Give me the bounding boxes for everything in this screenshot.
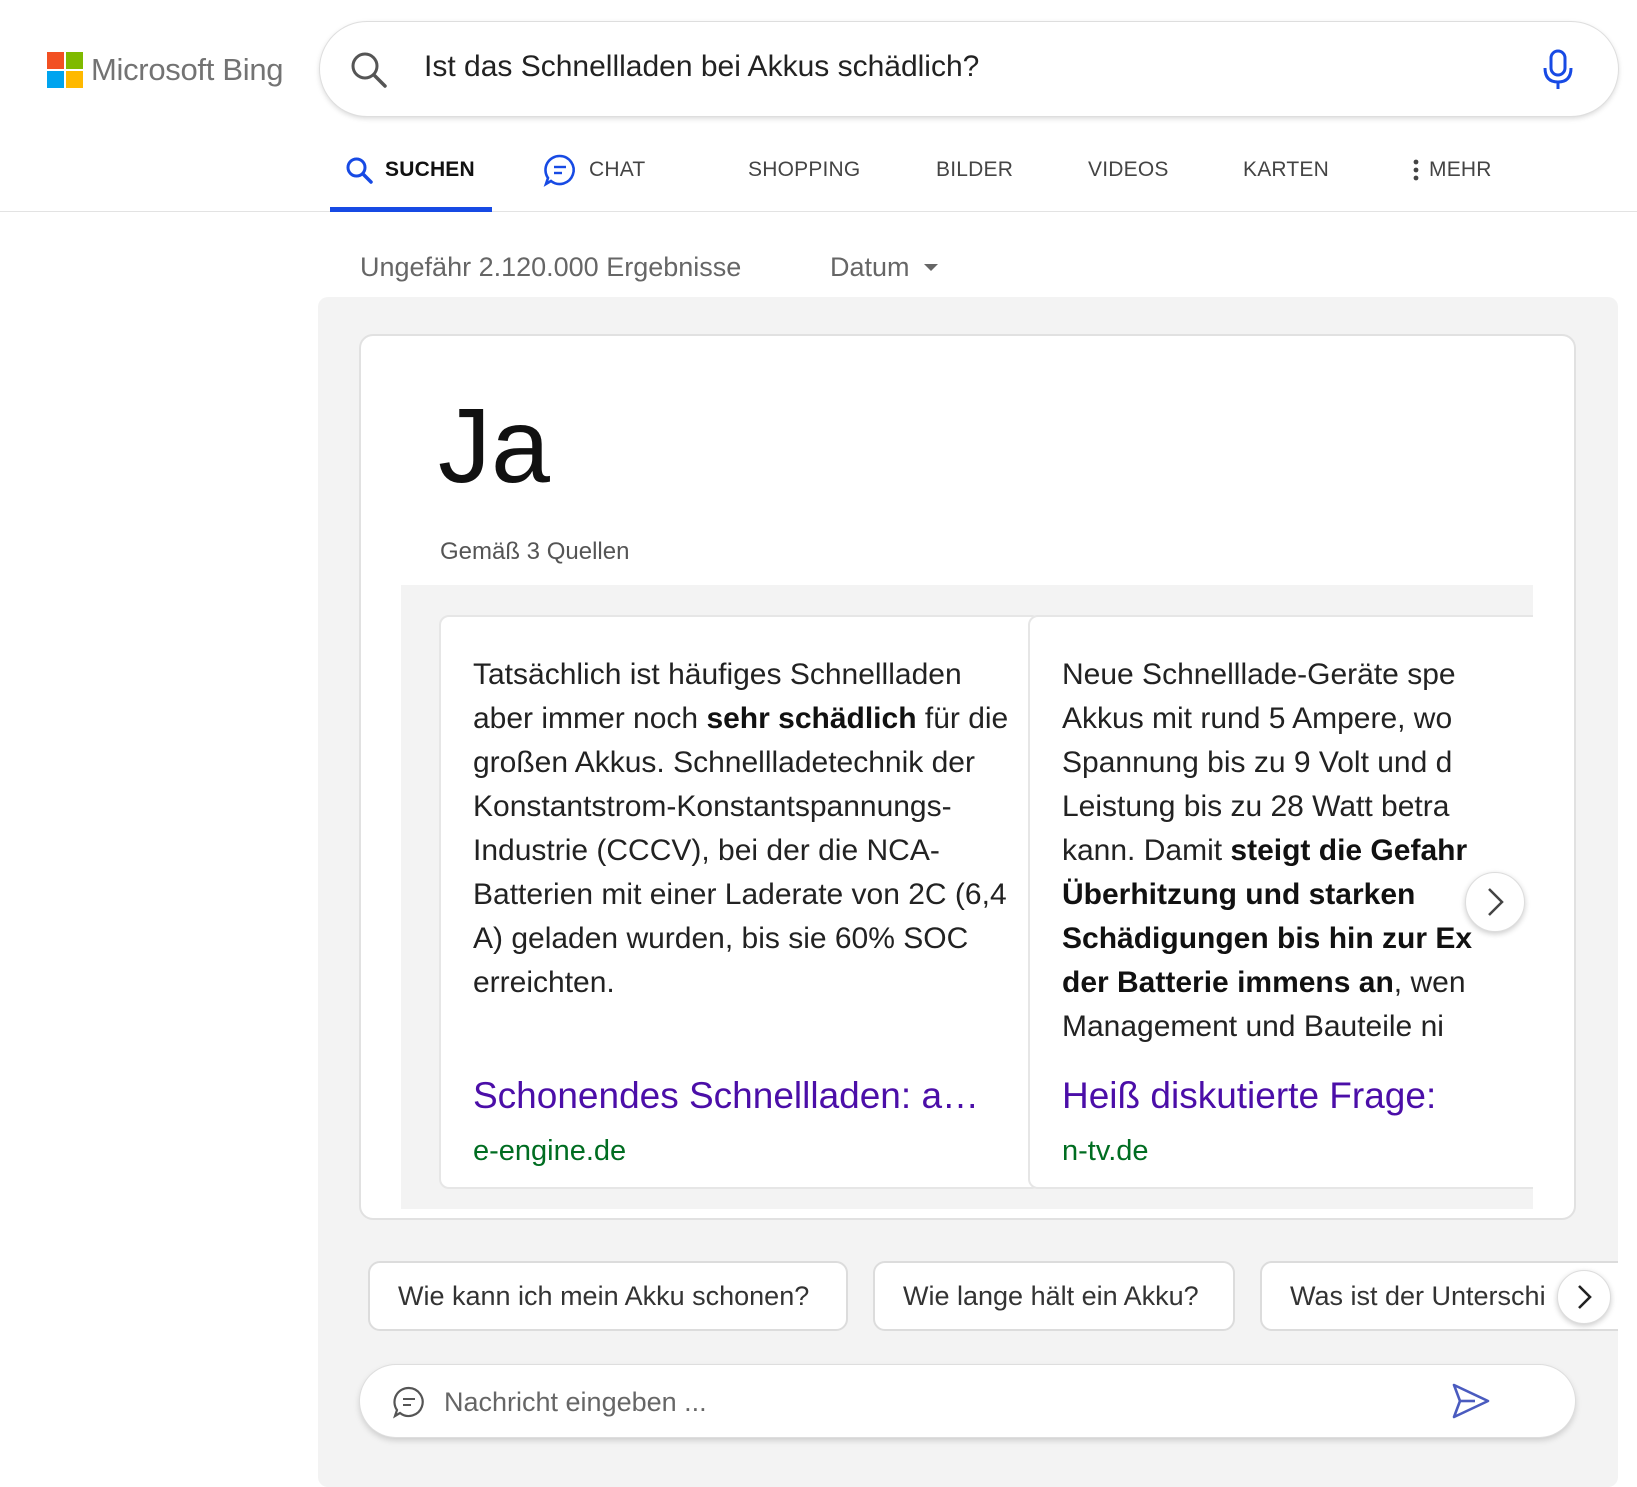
tab-suchen[interactable]: SUCHEN [330,128,492,212]
suggestion-chip[interactable]: Wie lange hält ein Akku? [873,1261,1235,1331]
snippet-line: Überhitzung und starken [1062,873,1533,917]
tab-label: CHAT [589,157,646,181]
snippet-text: kann. Damit [1062,834,1231,867]
snippet-line: Schädigungen bis hin zur Ex [1062,917,1533,961]
snippet-highlight: der Batterie immens an [1062,966,1394,999]
chat-message-input[interactable] [442,1379,1446,1425]
search-icon[interactable] [348,49,390,91]
tab-label: BILDER [936,157,1014,181]
date-filter-dropdown[interactable]: Datum [830,252,938,283]
result-count: Ungefähr 2.120.000 Ergebnisse [360,252,742,282]
chat-bubble-icon [392,1385,426,1424]
source-domain[interactable]: e-engine.de [473,1135,626,1168]
bing-logo[interactable]: Microsoft Bing [47,52,284,88]
snippet-line: Neue Schnelllade-Geräte spe [1062,658,1456,691]
sources-carousel: Tatsächlich ist häufiges Schnellladen ab… [401,585,1533,1209]
logo-text: Microsoft Bing [91,52,284,87]
snippet-highlight: steigt die Gefahr [1230,834,1468,867]
date-filter-label: Datum [830,252,910,282]
send-icon[interactable] [1451,1381,1491,1426]
tab-bilder[interactable]: BILDER [936,128,1013,211]
chevron-right-icon [1488,888,1504,916]
chat-input-box[interactable] [360,1365,1575,1437]
tab-label: VIDEOS [1088,157,1169,181]
snippet-highlight: Schädigungen bis hin zur Ex [1062,922,1473,955]
snippet-text: , wen [1393,966,1466,999]
snippet-line: Akkus mit rund 5 Ampere, wo [1062,702,1453,735]
tab-shopping[interactable]: SHOPPING [748,128,860,211]
tab-chat[interactable]: CHAT [543,128,645,211]
tab-mehr[interactable]: MEHR [1413,128,1492,211]
suggestion-chips: Wie kann ich mein Akku schonen? Wie lang… [368,1261,1618,1333]
suggestions-next-button[interactable] [1557,1270,1611,1324]
source-snippet: Neue Schnelllade-Geräte spe Akkus mit ru… [1062,653,1533,1049]
snippet-line: Spannung bis zu 9 Volt und d [1062,746,1453,779]
chat-bubble-icon [543,153,577,187]
tab-label: MEHR [1429,157,1492,181]
suggestion-chip[interactable]: Wie kann ich mein Akku schonen? [368,1261,848,1331]
tab-label: SHOPPING [748,157,861,181]
source-domain[interactable]: n-tv.de [1062,1135,1149,1168]
snippet-highlight: sehr schädlich [706,702,917,735]
scope-tabs: SUCHEN CHAT SHOPPING BILDER VIDEOS KARTE… [0,128,1637,212]
answer-title: Ja [438,387,550,505]
snippet-line: der Batterie immens an, wen [1062,961,1533,1005]
source-title-link[interactable]: Schonendes Schnellladen: a… [473,1075,1013,1117]
tab-karten[interactable]: KARTEN [1243,128,1329,211]
tab-label: SUCHEN [385,157,475,181]
snippet-highlight: Überhitzung und starken [1062,878,1416,911]
source-snippet: Tatsächlich ist häufiges Schnellladen ab… [473,653,1013,1005]
more-vertical-icon [1413,159,1419,181]
microphone-icon[interactable] [1538,48,1578,92]
snippet-text: für die großen Akkus. Schnellladetechnik… [473,702,1009,999]
search-query[interactable]: Ist das Schnellladen bei Akkus schädlich… [424,50,979,84]
microsoft-logo-icon [47,52,83,88]
snippet-line: Leistung bis zu 28 Watt betra [1062,790,1450,823]
snippet-line: kann. Damit steigt die Gefahr [1062,829,1533,873]
source-title-link[interactable]: Heiß diskutierte Frage: [1062,1075,1533,1117]
caret-down-icon [923,264,938,271]
source-card[interactable]: Neue Schnelllade-Geräte spe Akkus mit ru… [1028,615,1533,1189]
chevron-right-icon [1578,1285,1592,1309]
answer-sources-count: Gemäß 3 Quellen [440,538,630,565]
source-card[interactable]: Tatsächlich ist häufiges Schnellladen ab… [439,615,1041,1189]
tab-videos[interactable]: VIDEOS [1088,128,1169,211]
snippet-line: Management und Bauteile ni [1062,1010,1444,1043]
search-box[interactable]: Ist das Schnellladen bei Akkus schädlich… [320,22,1618,116]
search-icon [345,156,373,184]
tab-label: KARTEN [1243,157,1329,181]
carousel-next-button[interactable] [1465,872,1525,932]
